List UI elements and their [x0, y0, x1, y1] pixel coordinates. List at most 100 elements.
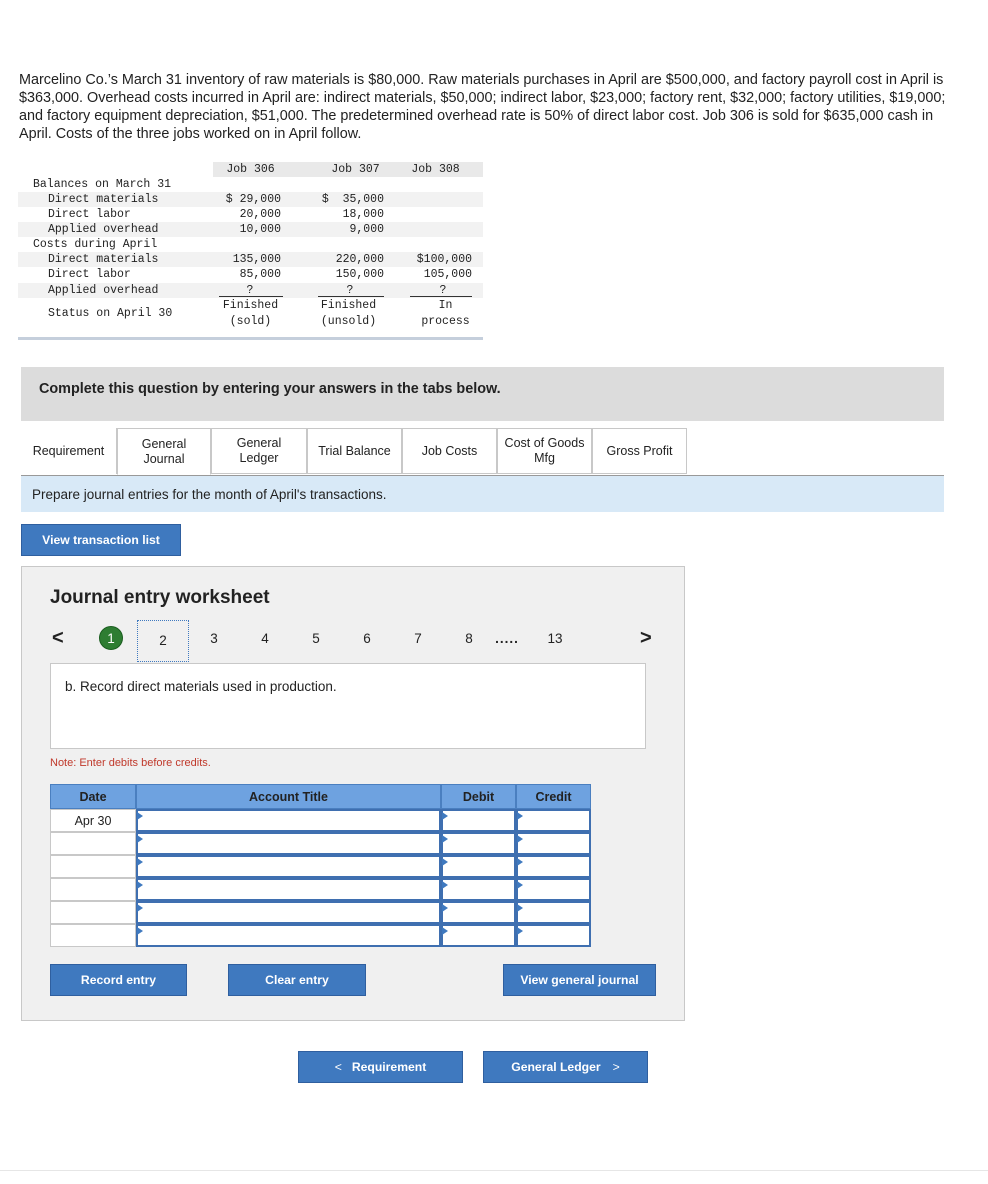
- account-title-input[interactable]: [136, 832, 441, 855]
- header-job-308: Job 308: [411, 163, 460, 176]
- tab-label: Job Costs: [421, 443, 478, 458]
- date-cell: [50, 878, 136, 901]
- account-title-input[interactable]: [136, 809, 441, 832]
- date-cell: [50, 832, 136, 855]
- page-3[interactable]: 3: [201, 631, 227, 646]
- status-308-note: process: [421, 315, 470, 328]
- entry-description-box: b. Record direct materials used in produ…: [50, 663, 646, 749]
- status-306: Finished: [222, 299, 279, 312]
- credit-input[interactable]: [516, 901, 591, 924]
- status-308: In: [438, 299, 453, 312]
- page-8[interactable]: 8: [456, 631, 482, 646]
- header-job-306: Job 306: [226, 163, 275, 176]
- cell-value: $ 29,000: [225, 193, 281, 206]
- account-title-input[interactable]: [136, 855, 441, 878]
- page-13[interactable]: 13: [542, 631, 568, 646]
- clear-entry-button[interactable]: Clear entry: [228, 964, 366, 996]
- page-7[interactable]: 7: [405, 631, 431, 646]
- debit-input[interactable]: [441, 809, 516, 832]
- tab-label: Gross Profit: [606, 443, 673, 458]
- entry-note: Note: Enter debits before credits.: [50, 757, 211, 769]
- row-label: Applied overhead: [48, 284, 159, 297]
- tab-requirement[interactable]: Requirement: [21, 428, 117, 474]
- view-general-journal-button[interactable]: View general journal: [503, 964, 656, 996]
- tab-cost-of-goods-mfg[interactable]: Cost of Goods Mfg: [497, 428, 592, 474]
- next-general-ledger-button[interactable]: General Ledger >: [483, 1051, 648, 1083]
- table-bottom-rule: [18, 337, 483, 340]
- tab-trial-balance[interactable]: Trial Balance: [307, 428, 402, 474]
- cell-value: $ 35,000: [321, 193, 384, 206]
- cell-value: $100,000: [416, 253, 472, 266]
- page-2[interactable]: 2: [137, 620, 189, 662]
- record-entry-button[interactable]: Record entry: [50, 964, 187, 996]
- header-job-307: Job 307: [331, 163, 380, 176]
- underline: [219, 296, 283, 297]
- col-header-debit: Debit: [441, 784, 516, 809]
- entry-description: b. Record direct materials used in produ…: [65, 679, 337, 694]
- cell-value: 150,000: [335, 268, 384, 281]
- problem-text: Marcelino Co.’s March 31 inventory of ra…: [19, 72, 946, 142]
- status-306-note: (sold): [229, 315, 272, 328]
- cell-value: 18,000: [342, 208, 384, 221]
- row-label: Direct materials: [48, 193, 159, 206]
- credit-input[interactable]: [516, 832, 591, 855]
- date-cell: [50, 855, 136, 878]
- underline: [410, 296, 472, 297]
- tab-label: General Journal: [141, 436, 187, 466]
- tab-gross-profit[interactable]: Gross Profit: [592, 428, 687, 474]
- tab-general-journal[interactable]: General Journal: [117, 428, 211, 475]
- prev-button-label: Requirement: [351, 1060, 427, 1074]
- view-transaction-list-button[interactable]: View transaction list: [21, 524, 181, 556]
- col-header-date: Date: [50, 784, 136, 809]
- row-label: Applied overhead: [48, 223, 159, 236]
- cell-value: 20,000: [239, 208, 281, 221]
- page-ellipsis: .....: [495, 631, 519, 646]
- section-costs-april: Costs during April: [33, 238, 158, 251]
- row-label: Direct materials: [48, 253, 159, 266]
- chevron-right-icon: >: [612, 1060, 620, 1074]
- tab-label: Requirement: [32, 443, 105, 458]
- col-header-account-title: Account Title: [136, 784, 441, 809]
- page-5[interactable]: 5: [303, 631, 329, 646]
- page-6[interactable]: 6: [354, 631, 380, 646]
- instructions-box: Complete this question by entering your …: [21, 367, 944, 421]
- date-cell: [50, 901, 136, 924]
- cell-value: 10,000: [239, 223, 281, 236]
- credit-input[interactable]: [516, 809, 591, 832]
- worksheet-title: Journal entry worksheet: [50, 587, 270, 608]
- account-title-input[interactable]: [136, 878, 441, 901]
- tab-label: Cost of Goods Mfg: [504, 436, 585, 465]
- debit-input[interactable]: [441, 878, 516, 901]
- account-title-input[interactable]: [136, 901, 441, 924]
- row-label: Direct labor: [48, 208, 131, 221]
- tab-bar: Requirement General Journal General Ledger…: [21, 428, 944, 476]
- job-cost-table: Job 306 Job 307 Job 308 Balances on Marc…: [18, 161, 483, 341]
- instructions-text: Complete this question by entering your …: [39, 381, 501, 397]
- debit-input[interactable]: [441, 924, 516, 947]
- credit-input[interactable]: [516, 878, 591, 901]
- credit-input[interactable]: [516, 924, 591, 947]
- cell-value: 220,000: [335, 253, 384, 266]
- debit-input[interactable]: [441, 901, 516, 924]
- journal-entry-worksheet: Journal entry worksheet < 1 2 3 4 5 6 7 …: [21, 566, 685, 1021]
- page-1[interactable]: 1: [99, 626, 123, 650]
- page-bottom-divider: [0, 1170, 988, 1171]
- tab-job-costs[interactable]: Job Costs: [402, 428, 497, 474]
- entry-pager: < 1 2 3 4 5 6 7 8 ..... 13 >: [22, 620, 686, 662]
- tab-general-ledger[interactable]: General Ledger: [211, 428, 307, 474]
- status-307-note: (unsold): [320, 315, 377, 328]
- debit-input[interactable]: [441, 855, 516, 878]
- date-cell: [50, 924, 136, 947]
- credit-input[interactable]: [516, 855, 591, 878]
- status-307: Finished: [320, 299, 377, 312]
- status-label: Status on April 30: [48, 307, 173, 320]
- account-title-input[interactable]: [136, 924, 441, 947]
- chevron-left-icon: <: [334, 1060, 342, 1074]
- page-4[interactable]: 4: [252, 631, 278, 646]
- prev-requirement-button[interactable]: < Requirement: [298, 1051, 463, 1083]
- tab-instruction-bar: Prepare journal entries for the month of…: [21, 476, 944, 512]
- prev-entry-arrow[interactable]: <: [52, 627, 64, 650]
- debit-input[interactable]: [441, 832, 516, 855]
- next-entry-arrow[interactable]: >: [640, 627, 652, 650]
- cell-value: 135,000: [232, 253, 281, 266]
